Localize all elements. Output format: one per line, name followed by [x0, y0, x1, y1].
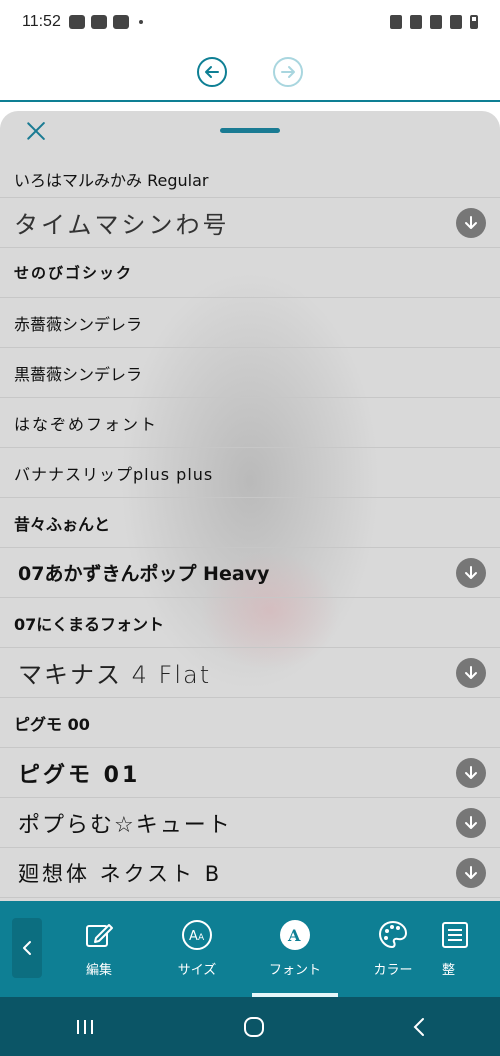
font-name: 黒薔薇シンデレラ — [14, 364, 143, 384]
lock-icon — [390, 15, 402, 29]
download-icon — [465, 565, 477, 579]
undo-icon — [205, 66, 219, 78]
top-toolbar — [0, 44, 500, 102]
signal-icon — [450, 15, 462, 29]
font-row[interactable]: 昔々ふぉんと — [0, 498, 500, 548]
font-name: タイムマシンわ号 — [14, 211, 230, 239]
font-row[interactable]: ピグモ 00 — [0, 698, 500, 748]
font-row[interactable]: 赤薔薇シンデレラ — [0, 298, 500, 348]
status-time: 11:52 — [22, 13, 61, 30]
font-name: 廻想体 ネクスト B — [18, 861, 223, 886]
status-bar: 11:52 — [0, 0, 500, 44]
align-icon — [442, 919, 472, 951]
system-nav-bar — [0, 997, 500, 1056]
font-row[interactable]: 廻想体 ネクスト B — [0, 848, 500, 898]
font-row[interactable]: バナナスリップplus plus — [0, 448, 500, 498]
font-name: ポプらむ☆キュート — [18, 812, 232, 838]
font-name: ピグモ 00 — [14, 714, 90, 734]
chevron-left-icon — [23, 941, 31, 955]
panel-header — [0, 111, 500, 161]
font-name: 07あかずきんポップ Heavy — [18, 563, 270, 585]
download-button[interactable] — [456, 207, 486, 238]
tab-label: サイズ — [177, 963, 217, 978]
font-name: 赤薔薇シンデレラ — [14, 314, 143, 334]
font-size-icon: AA — [181, 919, 213, 951]
font-row[interactable]: せのびゴシック — [0, 248, 500, 298]
font-row[interactable]: ピグモ 01 — [0, 748, 500, 798]
font-name: いろはマルみかみ Regular — [14, 171, 209, 190]
font-list: いろはマルみかみ Regular タイムマシンわ号 せのびゴシック 赤薔薇シンデ… — [0, 161, 500, 898]
tab-align[interactable]: 整 — [442, 901, 472, 997]
tab-label: 整 — [442, 963, 456, 978]
undo-button[interactable] — [197, 57, 227, 87]
font-icon: A — [279, 919, 311, 951]
download-button[interactable] — [456, 807, 486, 838]
svg-text:A: A — [287, 926, 301, 945]
tab-edit[interactable]: 編集 — [50, 901, 148, 997]
download-icon — [465, 865, 477, 879]
more-notifications-icon — [138, 20, 143, 24]
download-button[interactable] — [456, 857, 486, 888]
font-name: せのびゴシック — [14, 264, 134, 282]
line-icon — [68, 15, 85, 29]
close-button[interactable] — [24, 119, 48, 143]
font-name: 昔々ふぉんと — [14, 514, 111, 534]
tab-size[interactable]: AA サイズ — [148, 901, 246, 997]
download-icon — [465, 815, 477, 829]
font-row[interactable]: ポプらむ☆キュート — [0, 798, 500, 848]
download-icon — [465, 215, 477, 229]
notification-icons — [68, 15, 143, 29]
tab-label: 編集 — [85, 963, 112, 978]
home-icon[interactable] — [242, 1015, 266, 1039]
font-row[interactable]: マキナス 4 Flat — [0, 648, 500, 698]
wifi-icon — [430, 15, 442, 29]
download-button[interactable] — [456, 757, 486, 788]
mute-icon — [410, 15, 422, 29]
tab-color[interactable]: カラー — [344, 901, 442, 997]
font-name: マキナス 4 Flat — [18, 661, 212, 689]
tab-label: カラー — [373, 963, 413, 978]
redo-icon — [281, 66, 295, 78]
font-row[interactable]: いろはマルみかみ Regular — [0, 161, 500, 198]
pencil-icon — [83, 919, 115, 951]
youtube-icon — [112, 15, 129, 29]
font-row[interactable]: 黒薔薇シンデレラ — [0, 348, 500, 398]
font-name: バナナスリップplus plus — [14, 464, 214, 484]
svg-text:A: A — [198, 933, 205, 943]
font-name: 07にくまるフォント — [14, 614, 164, 634]
back-icon[interactable] — [411, 1016, 427, 1038]
recent-apps-icon[interactable] — [73, 1017, 97, 1037]
font-name: はなぞめフォント — [14, 414, 159, 434]
system-icons — [390, 15, 478, 29]
svg-text:A: A — [189, 929, 198, 944]
image-icon — [90, 15, 107, 29]
tab-scroll-left-button[interactable] — [12, 918, 42, 978]
font-panel: いろはマルみかみ Regular タイムマシンわ号 せのびゴシック 赤薔薇シンデ… — [0, 111, 500, 901]
download-button[interactable] — [456, 557, 486, 588]
battery-icon — [470, 15, 478, 29]
redo-button[interactable] — [273, 57, 303, 87]
download-icon — [465, 665, 477, 679]
font-row[interactable]: 07あかずきんポップ Heavy — [0, 548, 500, 598]
font-row[interactable]: タイムマシンわ号 — [0, 198, 500, 248]
font-row[interactable]: はなぞめフォント — [0, 398, 500, 448]
download-button[interactable] — [456, 657, 486, 688]
drag-handle[interactable] — [220, 128, 280, 133]
tab-label: フォント — [268, 963, 321, 978]
bottom-tab-bar: 編集 AA サイズ A フォント カラー 整 — [0, 901, 500, 997]
download-icon — [465, 765, 477, 779]
tab-font[interactable]: A フォント — [246, 901, 344, 997]
font-name: ピグモ 01 — [18, 762, 141, 788]
font-row[interactable]: 07にくまるフォント — [0, 598, 500, 648]
palette-icon — [377, 919, 409, 951]
